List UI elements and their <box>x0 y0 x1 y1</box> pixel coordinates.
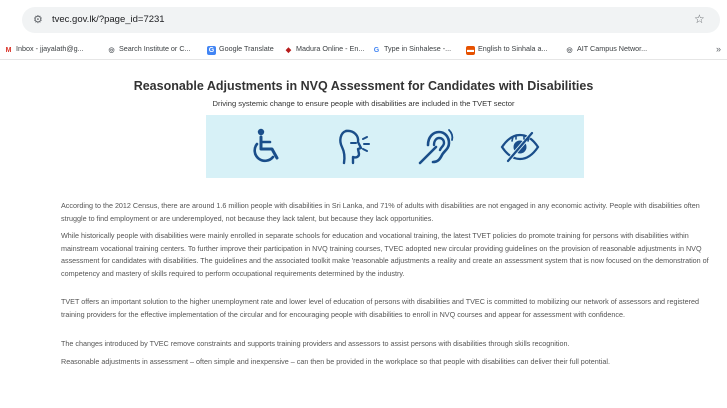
speech-impairment-icon <box>339 129 370 165</box>
bookmark-label: Search Institute or C... <box>119 44 191 53</box>
url-text[interactable]: tvec.gov.lk/?page_id=7231 <box>52 13 165 27</box>
gmail-icon: M <box>4 46 13 55</box>
bookmark-google-translate[interactable]: G Google Translate <box>207 42 274 56</box>
google-icon: G <box>372 46 381 55</box>
bookmark-label: AIT Campus Networ... <box>577 44 648 53</box>
paragraph-adjustments: Reasonable adjustments in assessment – o… <box>61 357 610 366</box>
disability-icons-banner <box>206 115 584 178</box>
page-title: Reasonable Adjustments in NVQ Assessment… <box>133 79 594 93</box>
page-subtitle: Driving systemic change to ensure people… <box>212 99 515 108</box>
bookmark-ait-campus[interactable]: ◎ AIT Campus Networ... <box>565 42 647 56</box>
bookmark-search-institute[interactable]: ◎ Search Institute or C... <box>107 42 191 56</box>
google-translate-icon: G <box>207 46 216 55</box>
url-box[interactable]: ⚙ tvec.gov.lk/?page_id=7231 ☆ <box>22 7 720 33</box>
bookmark-madura[interactable]: ◆ Madura Online - En... <box>284 42 364 56</box>
bookmark-label: Type in Sinhalese -... <box>384 44 452 53</box>
more-bookmarks-icon[interactable]: » <box>716 42 721 56</box>
visual-impairment-icon <box>500 131 540 163</box>
bookmarks-bar: M Inbox - jjayalath@g... ◎ Search Institut… <box>0 38 727 60</box>
paragraph-tvet-solution: TVET offers an important solution to the… <box>61 297 700 319</box>
paragraph-changes: The changes introduced by TVEC remove co… <box>61 339 570 348</box>
paragraph-history: While historically people with disabilit… <box>61 231 709 278</box>
site-info-icon[interactable]: ⚙ <box>33 14 45 26</box>
bookmark-label: Inbox - jjayalath@g... <box>16 44 84 53</box>
madura-icon: ◆ <box>284 46 293 55</box>
paragraph-census: According to the 2012 Census, there are … <box>61 201 700 223</box>
page-content: Reasonable Adjustments in NVQ Assessment… <box>0 60 727 408</box>
bookmark-label: Google Translate <box>219 44 274 53</box>
wheelchair-icon <box>253 128 279 163</box>
globe-icon: ◎ <box>565 46 574 55</box>
bookmark-inbox[interactable]: M Inbox - jjayalath@g... <box>4 42 84 56</box>
bookmark-star-icon[interactable]: ☆ <box>694 12 705 26</box>
globe-icon: ◎ <box>107 46 116 55</box>
address-bar: ⚙ tvec.gov.lk/?page_id=7231 ☆ <box>0 0 727 38</box>
bookmark-label: English to Sinhala a... <box>478 44 548 53</box>
bookmark-label: Madura Online - En... <box>296 44 365 53</box>
bookmark-type-sinhalese[interactable]: G Type in Sinhalese -... <box>372 42 451 56</box>
bookmark-icon: ▬ <box>466 46 475 55</box>
bookmark-english-sinhala[interactable]: ▬ English to Sinhala a... <box>466 42 548 56</box>
hearing-impairment-icon <box>418 129 454 165</box>
